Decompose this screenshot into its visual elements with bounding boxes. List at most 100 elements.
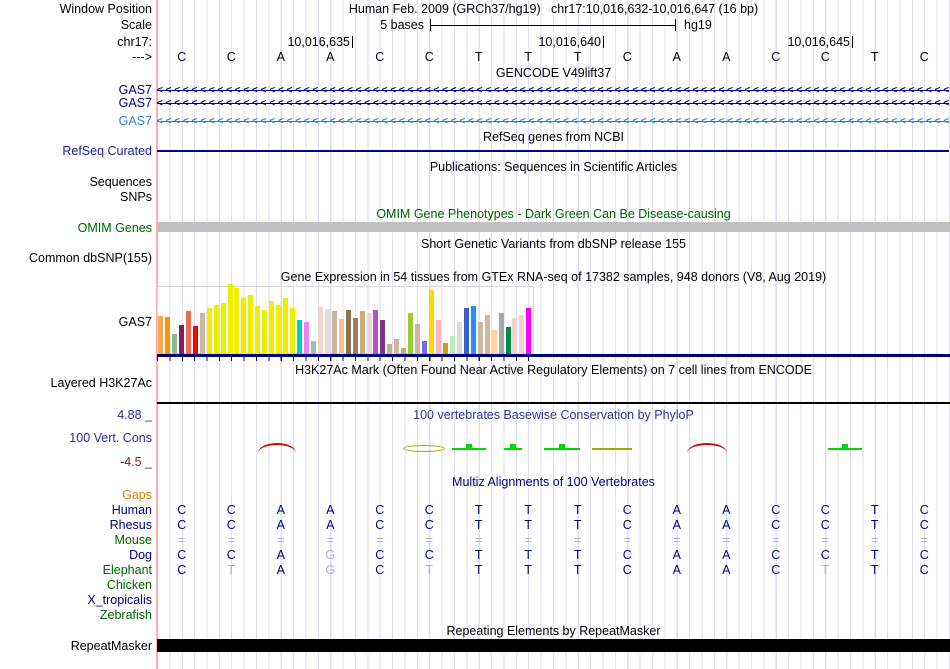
gtex-bar[interactable] bbox=[352, 318, 358, 354]
gtex-bar[interactable] bbox=[338, 319, 344, 354]
alignment-letter-human: C bbox=[424, 503, 434, 517]
track-label-refseq-curated[interactable]: RefSeq Curated bbox=[62, 144, 152, 158]
gtex-bar[interactable] bbox=[505, 327, 511, 354]
gtex-bar[interactable] bbox=[303, 322, 309, 354]
transcript-arrows-2[interactable]: <<<<<<<<<<<<<<<<<<<<<<<<<<<<<<<<<<<<<<<<… bbox=[157, 116, 949, 127]
gtex-bar[interactable] bbox=[456, 322, 462, 354]
gtex-bar[interactable] bbox=[164, 317, 170, 354]
gtex-bar[interactable] bbox=[255, 306, 261, 354]
track-label-gas7-2[interactable]: GAS7 bbox=[119, 96, 152, 110]
track-label-snps[interactable]: SNPs bbox=[120, 190, 152, 204]
position-title: Human Feb. 2009 (GRCh37/hg19) chr17:10,0… bbox=[348, 2, 759, 16]
transcript-arrows-0[interactable]: <<<<<<<<<<<<<<<<<<<<<<<<<<<<<<<<<<<<<<<<… bbox=[157, 85, 949, 96]
gtex-bar[interactable] bbox=[526, 308, 532, 354]
gtex-bar[interactable] bbox=[158, 316, 163, 354]
track-header-omim: OMIM Gene Phenotypes - Dark Green Can Be… bbox=[376, 207, 731, 221]
gtex-bar[interactable] bbox=[359, 311, 365, 354]
alignment-letter-elephant: A bbox=[722, 563, 731, 577]
gtex-bar[interactable] bbox=[262, 310, 268, 354]
track-label-elephant: Elephant bbox=[102, 563, 152, 577]
gtex-bar[interactable] bbox=[491, 330, 497, 354]
track-header-publications: Publications: Sequences in Scientific Ar… bbox=[429, 160, 678, 174]
track-label-vert-cons[interactable]: 100 Vert. Cons bbox=[69, 431, 152, 445]
alignment-letter-dog: A bbox=[722, 548, 731, 562]
track-label-common-dbsnp[interactable]: Common dbSNP(155) bbox=[29, 251, 152, 265]
gtex-bar[interactable] bbox=[331, 311, 337, 354]
gtex-bar[interactable] bbox=[394, 339, 400, 354]
alignment-letter-dog: T bbox=[573, 548, 582, 562]
transcript-arrows-1[interactable]: <<<<<<<<<<<<<<<<<<<<<<<<<<<<<<<<<<<<<<<<… bbox=[157, 98, 949, 109]
track-header-h3k27ac: H3K27Ac Mark (Often Found Near Active Re… bbox=[295, 363, 812, 377]
alignment-letter-dog: C bbox=[177, 548, 187, 562]
track-label-repeatmasker[interactable]: RepeatMasker bbox=[71, 639, 152, 653]
gtex-bar[interactable] bbox=[380, 320, 386, 354]
gtex-bar[interactable] bbox=[442, 343, 448, 354]
alignment-letter-human: C bbox=[919, 503, 929, 517]
gtex-bar[interactable] bbox=[283, 298, 289, 354]
alignment-letter-dog: C bbox=[820, 548, 830, 562]
alignment-letter-elephant: T bbox=[425, 563, 434, 577]
gtex-bar[interactable] bbox=[373, 310, 379, 354]
gtex-bar[interactable] bbox=[436, 320, 441, 354]
gtex-bar[interactable] bbox=[290, 308, 296, 354]
alignment-letter-rhesus: C bbox=[919, 518, 929, 532]
gtex-bar[interactable] bbox=[422, 341, 428, 354]
alignment-letter-human: C bbox=[375, 503, 385, 517]
gtex-bar[interactable] bbox=[317, 307, 323, 354]
track-label-gas7-3[interactable]: GAS7 bbox=[119, 114, 152, 128]
gtex-bar[interactable] bbox=[276, 305, 282, 354]
gtex-bar[interactable] bbox=[241, 298, 247, 354]
gtex-bar[interactable] bbox=[429, 290, 435, 354]
gtex-bar[interactable] bbox=[213, 305, 219, 354]
track-label-dog: Dog bbox=[129, 548, 152, 562]
alignment-letter-human: C bbox=[177, 503, 187, 517]
track-label-gas7-1[interactable]: GAS7 bbox=[119, 83, 152, 97]
alignment-letter-rhesus: C bbox=[622, 518, 632, 532]
gtex-bar[interactable] bbox=[234, 288, 240, 354]
gtex-bar[interactable] bbox=[498, 313, 504, 354]
gtex-bar[interactable] bbox=[408, 313, 414, 354]
gtex-bar[interactable] bbox=[366, 313, 372, 354]
ruler-base-letter: C bbox=[375, 50, 385, 64]
alignment-letter-mouse: = bbox=[524, 533, 532, 547]
gtex-bar[interactable] bbox=[206, 308, 212, 354]
h3k27ac-track-line[interactable] bbox=[157, 402, 950, 404]
gtex-bar[interactable] bbox=[512, 318, 518, 354]
alignment-letter-elephant: C bbox=[919, 563, 929, 577]
alignment-letter-mouse: = bbox=[475, 533, 483, 547]
gtex-bar[interactable] bbox=[449, 336, 455, 354]
gtex-bar[interactable] bbox=[463, 308, 469, 354]
gtex-bar[interactable] bbox=[269, 301, 275, 354]
gtex-bar[interactable] bbox=[248, 295, 254, 354]
track-label-omim-genes[interactable]: OMIM Genes bbox=[78, 221, 152, 235]
track-label-layered-h3k27ac[interactable]: Layered H3K27Ac bbox=[51, 376, 152, 390]
track-label-gtex-gas7[interactable]: GAS7 bbox=[119, 315, 152, 329]
gtex-bar[interactable] bbox=[519, 315, 525, 354]
gtex-bar[interactable] bbox=[192, 326, 198, 354]
gtex-bar[interactable] bbox=[297, 320, 302, 354]
track-label-sequences[interactable]: Sequences bbox=[89, 175, 152, 189]
gtex-bar[interactable] bbox=[477, 322, 483, 354]
gtex-bar[interactable] bbox=[345, 310, 351, 354]
gtex-bar[interactable] bbox=[387, 344, 393, 354]
refseq-curated-line[interactable] bbox=[157, 150, 949, 152]
gtex-bar[interactable] bbox=[415, 324, 421, 354]
ruler-base-letter: C bbox=[177, 50, 187, 64]
gtex-bar[interactable] bbox=[484, 315, 490, 354]
gtex-bar[interactable] bbox=[199, 313, 205, 354]
gtex-bar[interactable] bbox=[178, 325, 184, 354]
alignment-letter-elephant: C bbox=[622, 563, 632, 577]
position-tick-0 bbox=[352, 36, 353, 48]
alignment-letter-human: T bbox=[524, 503, 533, 517]
gtex-bar[interactable] bbox=[171, 334, 177, 354]
ruler-base-letter: C bbox=[226, 50, 236, 64]
scale-tick-right bbox=[675, 19, 676, 31]
gtex-bar[interactable] bbox=[324, 309, 330, 354]
gtex-bar[interactable] bbox=[227, 284, 233, 354]
gtex-bar[interactable] bbox=[470, 306, 476, 354]
gtex-bar[interactable] bbox=[310, 341, 316, 354]
gtex-bar[interactable] bbox=[185, 311, 191, 354]
omim-gene-bar[interactable] bbox=[157, 222, 950, 232]
gtex-bar[interactable] bbox=[220, 303, 226, 354]
repeatmasker-bar[interactable] bbox=[157, 639, 950, 652]
